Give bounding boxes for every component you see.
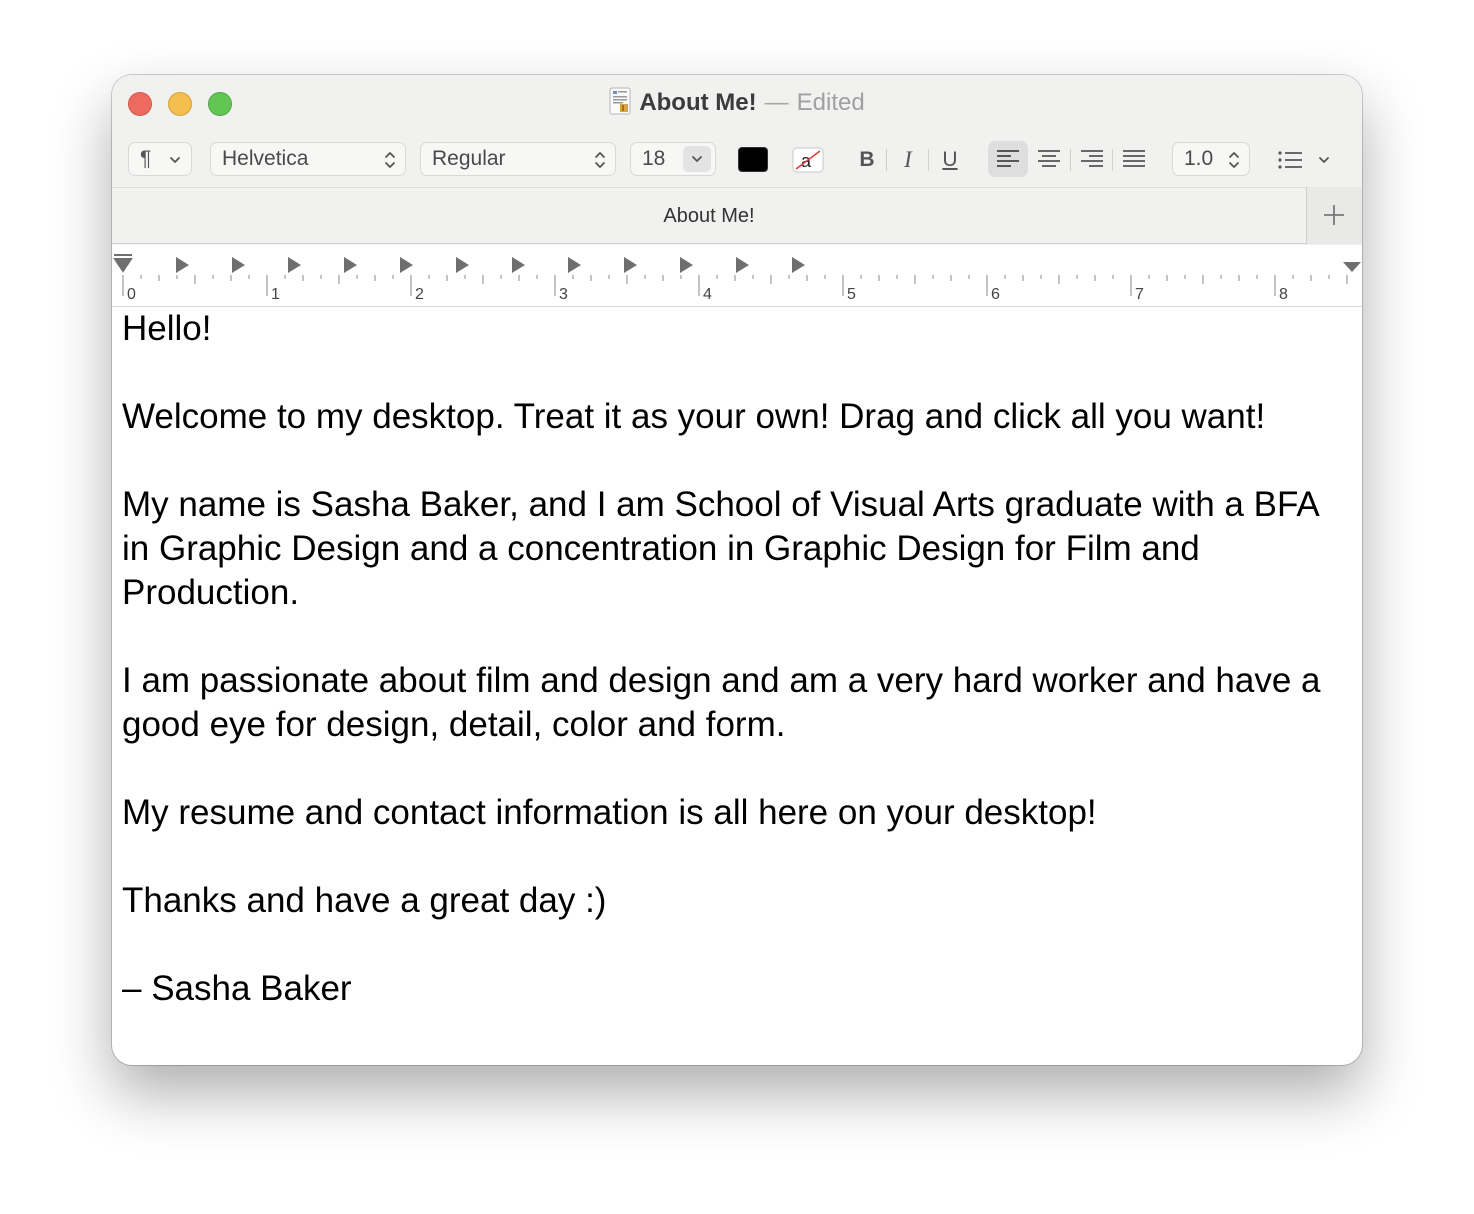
typeface-select[interactable]: Regular xyxy=(420,142,616,176)
tab-stop-marker[interactable] xyxy=(456,257,469,273)
tab-about-me[interactable]: About Me! xyxy=(112,188,1306,244)
font-size-dropdown-button[interactable] xyxy=(683,146,711,172)
text-background-color-icon[interactable]: a xyxy=(792,147,824,173)
tab-stop-marker[interactable] xyxy=(232,257,245,273)
underline-button[interactable]: U xyxy=(935,145,965,175)
tab-stop-marker[interactable] xyxy=(288,257,301,273)
ruler-label: 1 xyxy=(271,286,280,303)
tab-stop-marker[interactable] xyxy=(400,257,413,273)
tab-stop-marker[interactable] xyxy=(568,257,581,273)
window-title: About Me! xyxy=(639,89,757,116)
chevron-down-icon[interactable] xyxy=(1318,155,1330,165)
align-right-icon[interactable] xyxy=(1081,149,1103,169)
italic-button[interactable]: I xyxy=(893,145,923,175)
divider xyxy=(1070,149,1071,171)
ruler-label: 3 xyxy=(559,286,568,303)
font-size-value: 18 xyxy=(642,147,666,170)
tab-stop-marker[interactable] xyxy=(512,257,525,273)
font-size-combo[interactable]: 18 xyxy=(630,142,716,176)
font-family-value: Helvetica xyxy=(222,147,309,170)
ruler-label: 8 xyxy=(1279,286,1288,303)
tab-bar: About Me! xyxy=(112,187,1362,244)
font-family-select[interactable]: Helvetica xyxy=(210,142,406,176)
text-color-well[interactable] xyxy=(738,147,768,172)
window-chrome: About Me! — Edited ¶ Helvetica Regular 18 xyxy=(112,75,1362,245)
title-bar: About Me! — Edited xyxy=(112,87,1362,119)
typeface-value: Regular xyxy=(432,147,506,170)
align-center-icon[interactable] xyxy=(1038,149,1060,169)
paragraph-icon: ¶ xyxy=(140,147,152,170)
align-left-icon xyxy=(997,150,1019,167)
ruler-label: 7 xyxy=(1135,286,1144,303)
ruler-label: 5 xyxy=(847,286,856,303)
divider xyxy=(928,149,929,171)
document-paragraph: My resume and contact information is all… xyxy=(122,793,1097,832)
divider xyxy=(1112,149,1113,171)
document-paragraph: – Sasha Baker xyxy=(122,969,352,1008)
document-paragraph: My name is Sasha Baker, and I am School … xyxy=(122,485,1328,612)
ruler-label: 0 xyxy=(127,286,136,303)
line-spacing-select[interactable]: 1.0 xyxy=(1172,142,1250,176)
document-paragraph: I am passionate about film and design an… xyxy=(122,661,1331,744)
document-paragraph: Hello! xyxy=(122,309,212,348)
tab-stop-marker[interactable] xyxy=(680,257,693,273)
up-down-arrows-icon xyxy=(385,152,395,168)
tab-stop-marker[interactable] xyxy=(736,257,749,273)
ruler-label: 4 xyxy=(703,286,712,303)
up-down-arrows-icon xyxy=(1229,152,1239,168)
document-text-area[interactable]: Hello! Welcome to my desktop. Treat it as… xyxy=(122,307,1347,1011)
new-tab-button[interactable] xyxy=(1306,187,1362,244)
up-down-arrows-icon xyxy=(595,152,605,168)
tab-stop-marker[interactable] xyxy=(176,257,189,273)
plus-icon xyxy=(1324,205,1344,225)
bold-button[interactable]: B xyxy=(852,145,882,175)
divider xyxy=(886,149,887,171)
edited-status: Edited xyxy=(796,89,865,116)
rtf-document-icon xyxy=(609,87,631,115)
tab-stop-marker[interactable] xyxy=(344,257,357,273)
align-left-button[interactable] xyxy=(988,141,1028,177)
tab-stop-marker[interactable] xyxy=(792,257,805,273)
paragraph-styles-button[interactable]: ¶ xyxy=(128,142,192,176)
line-spacing-value: 1.0 xyxy=(1184,147,1214,170)
bullet-list-icon[interactable] xyxy=(1278,150,1302,170)
justify-icon[interactable] xyxy=(1123,149,1145,169)
ruler-scale[interactable]: 0 1 2 3 4 5 6 7 8 xyxy=(112,245,1362,307)
title-separator: — xyxy=(764,89,789,116)
document-paragraph: Thanks and have a great day :) xyxy=(122,881,607,920)
document-paragraph: Welcome to my desktop. Treat it as your … xyxy=(122,397,1266,436)
chevron-down-icon xyxy=(170,157,180,163)
ruler-label: 2 xyxy=(415,286,424,303)
ruler-label: 6 xyxy=(991,286,1000,303)
ruler[interactable]: 0 1 2 3 4 5 6 7 8 xyxy=(112,245,1362,307)
right-margin-marker[interactable] xyxy=(1343,262,1361,272)
textedit-window: About Me! — Edited ¶ Helvetica Regular 18 xyxy=(112,75,1362,1065)
tab-stop-marker[interactable] xyxy=(624,257,637,273)
left-indent-marker[interactable] xyxy=(113,254,133,273)
chevron-down-icon xyxy=(692,156,702,162)
